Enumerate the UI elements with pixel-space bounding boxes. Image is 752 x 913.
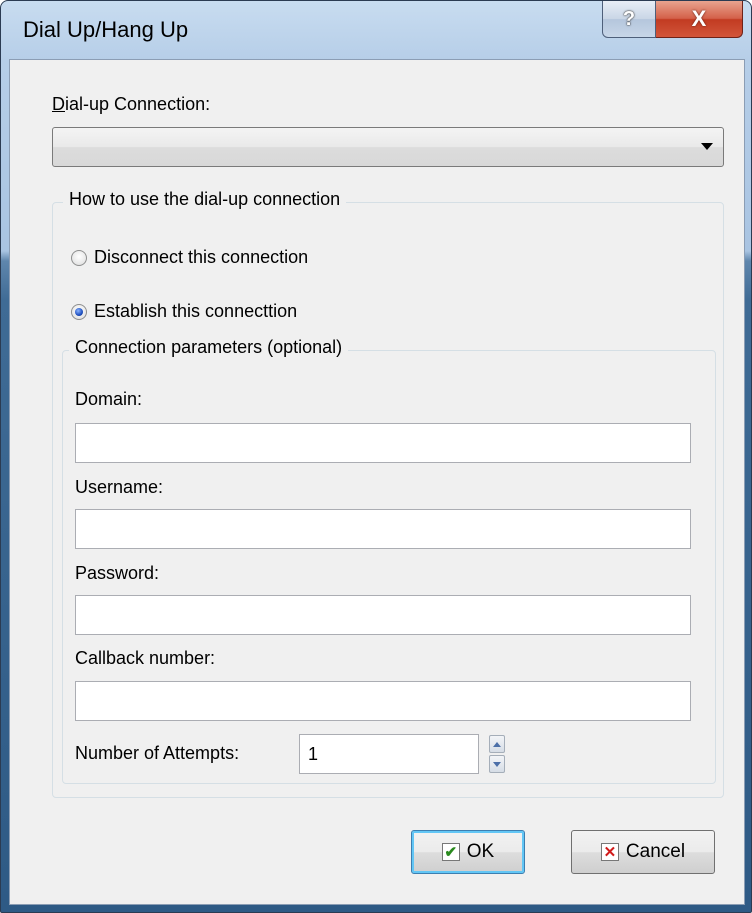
- title-bar-buttons: ? X: [602, 1, 743, 38]
- password-label: Password:: [75, 563, 160, 583]
- username-label: Username:: [75, 477, 164, 497]
- disconnect-radio-circle[interactable]: [71, 249, 87, 266]
- params-group: Connection parameters (optional) Domain:…: [62, 337, 716, 784]
- dial-up-connection-label-accelerator: D: [52, 94, 65, 114]
- usage-group: How to use the dial-up connection Discon…: [52, 189, 724, 798]
- window-title: Dial Up/Hang Up: [23, 17, 189, 42]
- checkmark-icon: ✔: [441, 843, 460, 861]
- dial-up-connection-combo[interactable]: [52, 127, 724, 167]
- attempts-label: Number of Attempts:: [75, 743, 240, 763]
- callback-number-input[interactable]: [75, 681, 691, 721]
- establish-radio-label: Establish this connecttion: [94, 301, 298, 321]
- domain-label: Domain:: [75, 389, 143, 409]
- close-icon: X: [691, 6, 707, 31]
- username-input[interactable]: [75, 509, 691, 549]
- usage-group-legend: How to use the dial-up connection: [63, 189, 347, 210]
- ok-button-label: OK: [466, 841, 495, 862]
- domain-input[interactable]: [75, 423, 691, 463]
- cancel-button[interactable]: ✕ Cancel: [571, 830, 715, 874]
- password-input[interactable]: [75, 595, 691, 635]
- disconnect-radio-label: Disconnect this connection: [94, 247, 309, 267]
- dial-up-connection-label: Dial-up Connection:: [52, 94, 210, 115]
- attempts-input[interactable]: 1: [299, 734, 479, 774]
- radio-selected-dot: [75, 307, 83, 316]
- close-button[interactable]: X: [656, 1, 743, 38]
- help-icon: ?: [622, 7, 636, 30]
- attempts-spinner[interactable]: [489, 735, 505, 773]
- establish-radio[interactable]: Establish this connecttion: [71, 301, 297, 322]
- arrow-up-icon: [493, 741, 501, 747]
- dial-up-connection-label-rest: ial-up Connection:: [65, 94, 211, 114]
- help-button[interactable]: ?: [602, 1, 656, 38]
- spin-down-button[interactable]: [489, 755, 505, 773]
- dialog-client-area: Dial-up Connection: How to use the dial-…: [9, 59, 745, 905]
- spin-up-button[interactable]: [489, 735, 505, 753]
- arrow-down-icon: [493, 761, 501, 767]
- params-group-legend: Connection parameters (optional): [69, 337, 349, 358]
- disconnect-radio[interactable]: Disconnect this connection: [71, 247, 308, 268]
- establish-radio-circle[interactable]: [71, 303, 87, 320]
- cancel-button-label: Cancel: [625, 841, 686, 862]
- dialog-window: Dial Up/Hang Up ? X Dial-up Connection: …: [0, 0, 752, 913]
- chevron-down-icon: [701, 143, 713, 150]
- title-bar[interactable]: Dial Up/Hang Up ? X: [1, 1, 751, 59]
- ok-button[interactable]: ✔ OK: [411, 830, 525, 874]
- callback-number-label: Callback number:: [75, 648, 216, 668]
- x-icon: ✕: [600, 843, 619, 861]
